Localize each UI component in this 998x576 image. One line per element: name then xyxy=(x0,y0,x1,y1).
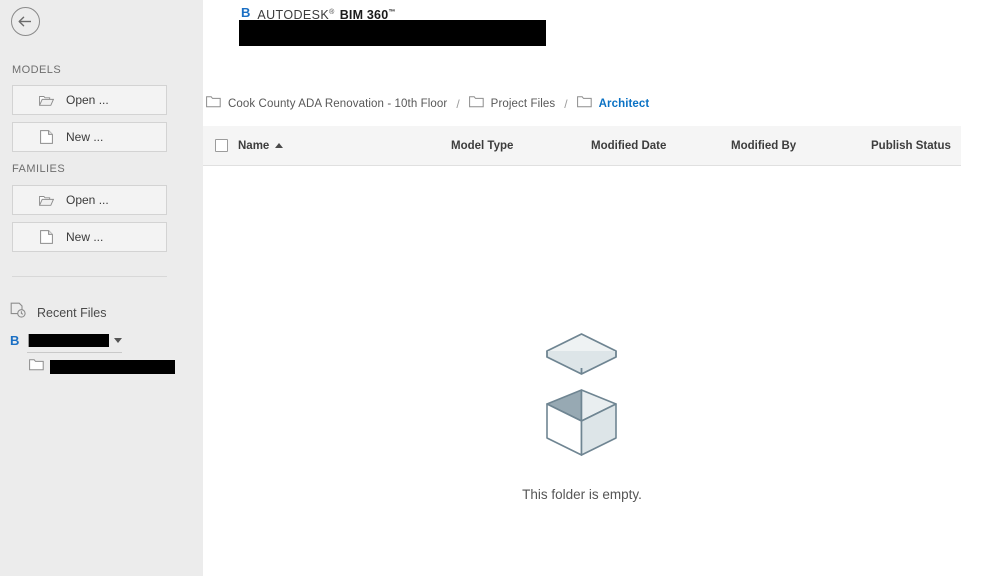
section-label-models: MODELS xyxy=(12,64,62,76)
breadcrumb-label: Cook County ADA Renovation - 10th Floor xyxy=(228,98,448,110)
sidebar: MODELS Open ... New ... FAMILIES Open ..… xyxy=(0,0,203,576)
recent-files-label: Recent Files xyxy=(37,305,107,320)
breadcrumb-item-project-files[interactable]: Project Files xyxy=(468,95,556,113)
breadcrumb-separator: / xyxy=(564,97,568,111)
recent-document-clock-icon xyxy=(10,302,26,323)
file-table-header: Name Model Type Modified Date Modified B… xyxy=(203,126,961,166)
trademark-mark-icon: ™ xyxy=(388,9,396,16)
open-folder-icon xyxy=(35,194,57,207)
section-label-families: FAMILIES xyxy=(12,163,66,175)
registered-mark-icon: ® xyxy=(329,9,335,16)
recent-folder-item[interactable] xyxy=(29,358,175,376)
column-header-modified-by[interactable]: Modified By xyxy=(731,140,796,152)
column-header-name-label: Name xyxy=(238,139,270,152)
main-panel: B AUTODESK® BIM 360™ Cook County ADA Ren… xyxy=(203,0,998,576)
families-open-button[interactable]: Open ... xyxy=(12,185,167,215)
breadcrumb-label: Architect xyxy=(598,98,650,110)
column-header-modified-date[interactable]: Modified Date xyxy=(591,140,666,152)
models-new-button[interactable]: New ... xyxy=(12,122,167,152)
folder-icon xyxy=(468,95,484,113)
recent-files-header: Recent Files xyxy=(10,302,106,323)
recent-project-name-redacted xyxy=(28,334,110,347)
arrow-left-circle-icon xyxy=(18,15,33,28)
families-open-label: Open ... xyxy=(66,193,109,207)
breadcrumb: Cook County ADA Renovation - 10th Floor … xyxy=(206,94,649,114)
caret-up-icon xyxy=(275,143,284,148)
open-folder-icon xyxy=(35,94,57,107)
recent-project-item[interactable]: B xyxy=(10,333,123,348)
open-empty-box-icon xyxy=(542,330,622,465)
models-open-button[interactable]: Open ... xyxy=(12,85,167,115)
breadcrumb-item-project[interactable]: Cook County ADA Renovation - 10th Floor xyxy=(206,95,447,113)
sidebar-divider xyxy=(12,276,167,277)
models-open-label: Open ... xyxy=(66,93,109,107)
recent-project-underline xyxy=(27,352,122,353)
models-new-label: New ... xyxy=(66,130,104,144)
back-button[interactable] xyxy=(11,7,40,36)
autodesk-b-mark: B xyxy=(241,5,251,20)
families-new-label: New ... xyxy=(66,230,104,244)
breadcrumb-label: Project Files xyxy=(490,98,556,110)
new-document-icon xyxy=(35,130,57,144)
chevron-down-icon[interactable] xyxy=(114,338,123,343)
empty-folder-message: This folder is empty. xyxy=(522,487,642,502)
bim360-file-browser: MODELS Open ... New ... FAMILIES Open ..… xyxy=(0,0,998,576)
column-header-name[interactable]: Name xyxy=(238,139,284,152)
empty-folder-state: This folder is empty. xyxy=(203,330,961,502)
breadcrumb-separator: / xyxy=(456,97,460,111)
folder-icon xyxy=(206,95,221,113)
recent-folder-name-redacted xyxy=(50,360,175,374)
bim360-badge: B xyxy=(10,333,20,348)
column-header-publish-status[interactable]: Publish Status xyxy=(871,140,951,152)
select-all-checkbox[interactable] xyxy=(215,139,228,152)
new-document-icon xyxy=(35,230,57,244)
folder-icon xyxy=(29,358,44,376)
families-new-button[interactable]: New ... xyxy=(12,222,167,252)
column-header-model-type[interactable]: Model Type xyxy=(451,140,513,152)
breadcrumb-item-architect[interactable]: Architect xyxy=(576,95,650,113)
folder-icon xyxy=(576,95,592,113)
page-title-redacted xyxy=(239,20,546,46)
